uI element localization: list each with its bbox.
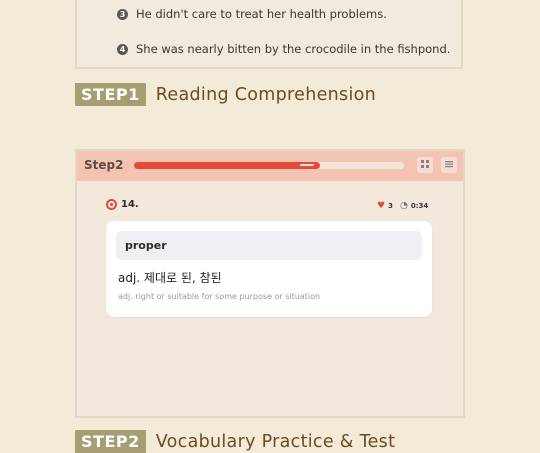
option-number-badge: 3	[117, 8, 128, 20]
question-number: 14.	[106, 199, 139, 210]
option-text: She was nearly bitten by the crocodile i…	[136, 42, 451, 56]
hearts-counter: ♥ 3	[377, 201, 393, 211]
progress-bar	[134, 162, 404, 169]
vocabulary-quiz-panel: Step2 14. ♥ 3 ◔ 0:34 proper adj. 제대로 된, …	[75, 149, 465, 418]
answer-option-4[interactable]: 4 She was nearly bitten by the crocodile…	[117, 42, 450, 56]
grid-button[interactable]	[417, 157, 433, 173]
step-title: Reading Comprehension	[155, 84, 377, 105]
word-box: proper	[116, 231, 422, 260]
quiz-header: Step2	[77, 151, 463, 181]
vocabulary-word: proper	[125, 239, 167, 252]
answer-options-card: 3 He didn't care to treat her health pro…	[75, 0, 463, 69]
option-number-badge: 4	[117, 43, 128, 55]
question-number-text: 14.	[121, 199, 139, 210]
step-title: Vocabulary Practice & Test	[155, 431, 396, 452]
option-text: He didn't care to treat her health probl…	[136, 7, 387, 21]
list-button[interactable]	[441, 157, 457, 173]
grid-icon	[421, 159, 429, 171]
hearts-value: 3	[388, 202, 393, 210]
quiz-step-label: Step2	[84, 158, 124, 172]
vocabulary-card: proper adj. 제대로 된, 참된 adj. right or suit…	[106, 221, 432, 317]
heart-icon: ♥	[377, 201, 386, 211]
step-badge: STEP1	[75, 83, 146, 106]
timer-value: 0:34	[410, 202, 429, 210]
timer: ◔ 0:34	[400, 201, 428, 211]
english-definition: adj. right or suitable for some purpose …	[118, 292, 321, 301]
answer-option-3[interactable]: 3 He didn't care to treat her health pro…	[117, 7, 387, 21]
step1-heading: STEP1 Reading Comprehension	[75, 83, 376, 106]
question-target-icon	[106, 199, 117, 210]
korean-meaning: adj. 제대로 된, 참된	[118, 271, 222, 285]
timer-icon: ◔	[400, 201, 408, 211]
progress-highlight	[300, 164, 315, 166]
progress-fill	[134, 162, 321, 169]
list-icon	[445, 160, 453, 171]
